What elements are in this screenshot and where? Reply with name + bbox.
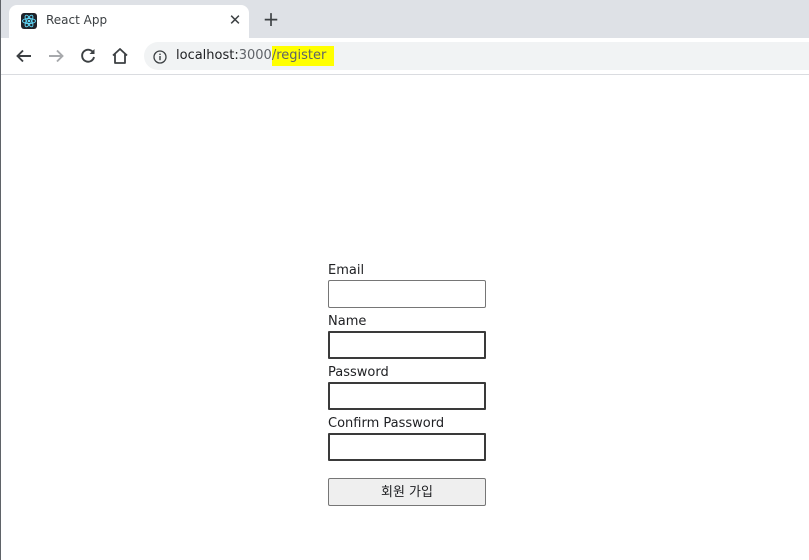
confirm-password-label: Confirm Password <box>328 416 445 431</box>
page-content: Email Name Password Confirm Password 회원 … <box>1 75 809 560</box>
close-icon[interactable]: ✕ <box>227 12 243 28</box>
url-path: /register <box>271 46 335 66</box>
url-text: localhost:3000/register <box>176 46 335 66</box>
name-field[interactable] <box>328 331 486 359</box>
info-icon[interactable] <box>153 49 167 64</box>
url-host: localhost: <box>176 48 239 63</box>
password-label: Password <box>328 365 389 380</box>
plus-icon[interactable]: + <box>261 9 281 29</box>
browser-window: React App ✕ + localhost:3000/register Em… <box>0 0 809 560</box>
email-field[interactable] <box>328 280 486 308</box>
password-field[interactable] <box>328 382 486 410</box>
tab-react-app[interactable]: React App ✕ <box>9 5 249 38</box>
confirm-password-field[interactable] <box>328 433 486 461</box>
arrow-right-icon[interactable] <box>45 45 67 67</box>
email-label: Email <box>328 263 365 278</box>
react-logo-icon <box>21 13 37 29</box>
reload-icon[interactable] <box>77 45 99 67</box>
arrow-left-icon[interactable] <box>13 45 35 67</box>
tab-strip: React App ✕ + <box>1 0 809 38</box>
tab-title: React App <box>46 13 108 27</box>
register-form: Email Name Password Confirm Password 회원 … <box>328 262 488 506</box>
address-bar[interactable]: localhost:3000/register <box>144 42 809 70</box>
home-icon[interactable] <box>109 45 131 67</box>
url-port: 3000 <box>238 48 272 63</box>
browser-toolbar: localhost:3000/register <box>1 38 809 75</box>
register-button[interactable]: 회원 가입 <box>328 478 486 506</box>
name-label: Name <box>328 314 367 329</box>
